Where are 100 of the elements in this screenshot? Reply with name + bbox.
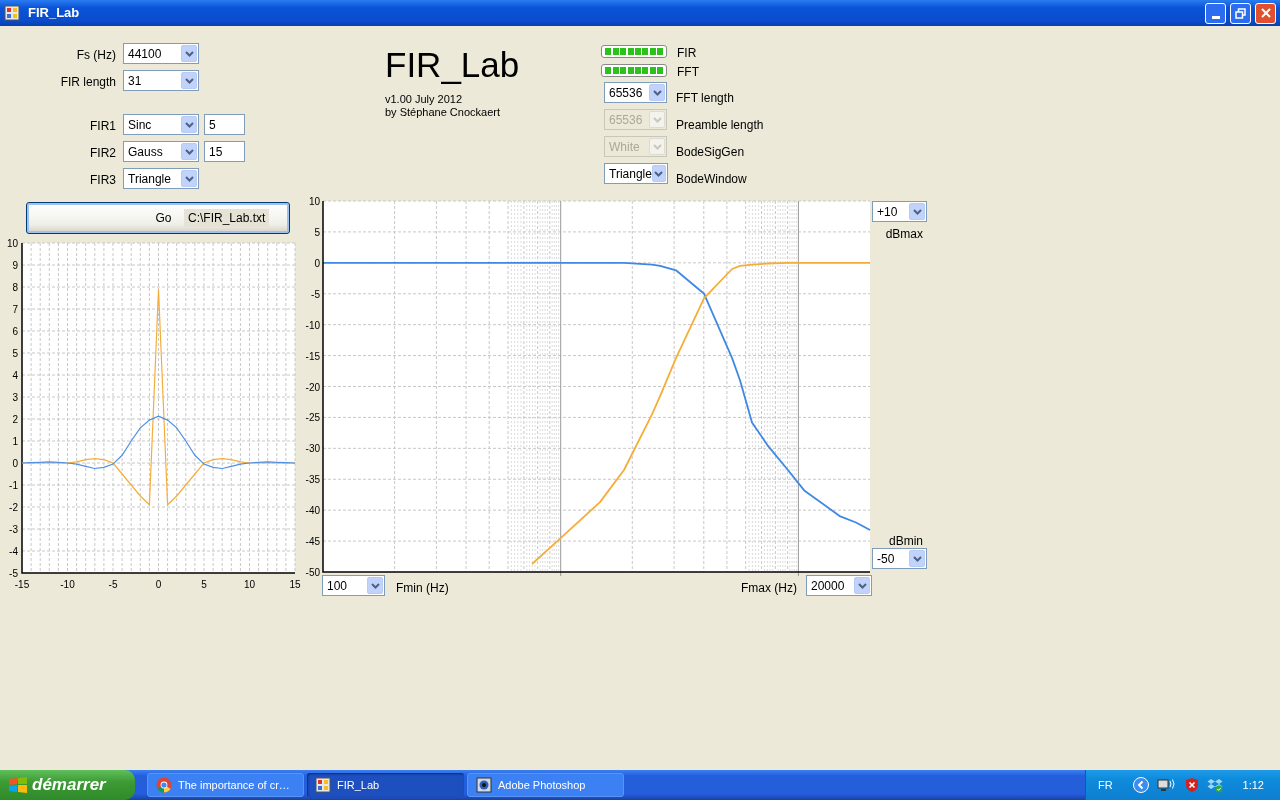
- close-button[interactable]: [1255, 2, 1276, 24]
- field-label: FIR length: [60, 74, 116, 91]
- field-label: FIR2: [90, 145, 116, 162]
- dropdown[interactable]: 31: [123, 70, 199, 91]
- windows-logo-icon: [8, 776, 28, 794]
- minimize-button[interactable]: [1205, 2, 1226, 24]
- field-label: Preamble length: [676, 117, 764, 134]
- dropdown[interactable]: -50: [872, 548, 927, 569]
- axis-tick-label: -30: [305, 443, 320, 455]
- field-label: FIR1: [90, 118, 116, 135]
- field-label: dBmax: [885, 226, 923, 243]
- chevron-icon: [184, 50, 194, 57]
- axis-tick-label: 0: [155, 579, 162, 590]
- dropdown[interactable]: Sinc: [123, 114, 199, 135]
- start-button[interactable]: démarrer: [0, 770, 135, 800]
- field-label: FFT length: [676, 90, 734, 107]
- box-icon[interactable]: [1206, 777, 1223, 793]
- file-path: C:\FIR_Lab.txt: [184, 209, 270, 227]
- axis-tick-label: 4: [12, 370, 18, 381]
- axis-tick-label: -25: [305, 412, 320, 424]
- dropdown[interactable]: Triangle: [123, 168, 199, 189]
- app-title: FIR_Lab: [385, 47, 520, 82]
- axis-tick-label: 9: [12, 260, 18, 271]
- taskbar-button[interactable]: Adobe Photoshop: [467, 773, 624, 797]
- field-label: Fmin (Hz): [396, 580, 449, 597]
- app-icon: [4, 5, 20, 21]
- chevron-icon: [184, 148, 194, 155]
- version-text: v1.00 July 2012: [385, 92, 463, 107]
- taskbar-button[interactable]: FIR_Lab: [307, 773, 464, 797]
- app-icon: [315, 777, 331, 793]
- dropdown[interactable]: +10: [872, 201, 927, 222]
- axis-tick-label: 15: [289, 579, 301, 590]
- dropdown[interactable]: Gauss: [123, 141, 199, 162]
- axis-tick-label: -2: [9, 502, 18, 513]
- axis-tick-label: 0: [314, 257, 320, 269]
- dropdown[interactable]: 20000: [806, 575, 872, 596]
- axis-tick-label: 1: [12, 436, 18, 447]
- author-text: by Stéphane Cnockaert: [385, 105, 500, 120]
- number-input[interactable]: 5: [204, 114, 245, 135]
- field-label: BodeWindow: [676, 171, 747, 188]
- axis-tick-label: -15: [14, 579, 30, 590]
- axis-tick-label: 2: [12, 414, 18, 425]
- field-label: FFT: [677, 64, 699, 81]
- axis-tick-label: -5: [311, 288, 320, 300]
- chevron-icon: [857, 582, 867, 589]
- number-input[interactable]: 15: [204, 141, 245, 162]
- axis-tick-label: -3: [9, 524, 18, 535]
- axis-tick-label: 10: [308, 196, 320, 207]
- axis-tick-label: 5: [12, 348, 18, 359]
- axis-tick-label: 10: [243, 579, 256, 590]
- axis-tick-label: -50: [305, 567, 320, 578]
- axis-tick-label: 0: [12, 458, 18, 469]
- chevron-icon: [184, 121, 194, 128]
- shield-icon[interactable]: [1184, 777, 1199, 793]
- dropdown[interactable]: 100: [322, 575, 385, 596]
- field-label: BodeSigGen: [676, 144, 745, 161]
- window-title: FIR_Lab: [28, 4, 80, 23]
- restore-icon: [1235, 7, 1246, 19]
- axis-tick-label: -10: [60, 579, 75, 590]
- axis-tick-label: -5: [9, 568, 18, 579]
- field-label: FIR3: [90, 172, 116, 189]
- field-label: dBmin: [889, 533, 923, 550]
- chevron-left-icon[interactable]: [1132, 777, 1149, 793]
- chevron-icon: [184, 175, 194, 182]
- dropdown[interactable]: Triangle: [604, 163, 668, 184]
- axis-tick-label: 5: [201, 579, 207, 590]
- close-icon: [1260, 8, 1271, 18]
- field-label: Fmax (Hz): [741, 580, 797, 597]
- field-label: FIR: [677, 45, 697, 62]
- axis-tick-label: -4: [9, 546, 18, 557]
- dropdown[interactable]: 44100: [123, 43, 199, 64]
- axis-tick-label: -10: [305, 319, 320, 331]
- axis-tick-label: -35: [305, 474, 320, 486]
- axis-tick-label: -40: [305, 505, 320, 517]
- network-icon[interactable]: [1156, 777, 1177, 793]
- axis-tick-label: -5: [108, 579, 118, 590]
- language-indicator[interactable]: FR: [1097, 776, 1113, 794]
- eye-icon: [476, 777, 492, 793]
- dropdown[interactable]: 65536: [604, 82, 667, 103]
- chevron-icon: [652, 116, 662, 123]
- axis-tick-label: -1: [9, 480, 18, 491]
- restore-button[interactable]: [1230, 2, 1251, 24]
- minimize-icon: [1211, 15, 1220, 19]
- chevron-icon: [370, 582, 380, 589]
- axis-tick-label: -15: [305, 350, 320, 362]
- axis-tick-label: 3: [12, 392, 18, 403]
- axis-tick-label: -45: [305, 536, 320, 548]
- go-button[interactable]: Go C:\FIR_Lab.txt: [26, 202, 290, 234]
- axis-tick-label: 8: [12, 282, 18, 293]
- axis-tick-label: -20: [305, 381, 320, 393]
- axis-tick-label: 6: [12, 326, 18, 337]
- chevron-icon: [184, 77, 194, 84]
- chevron-icon: [652, 143, 662, 150]
- axis-tick-label: 10: [6, 238, 18, 249]
- axis-tick-label: 5: [314, 226, 320, 238]
- browser-icon: [156, 777, 172, 793]
- chevron-icon: [652, 89, 662, 96]
- clock: 1:12: [1242, 777, 1264, 793]
- taskbar-button[interactable]: The importance of cr…: [147, 773, 304, 797]
- chevron-icon: [654, 170, 664, 177]
